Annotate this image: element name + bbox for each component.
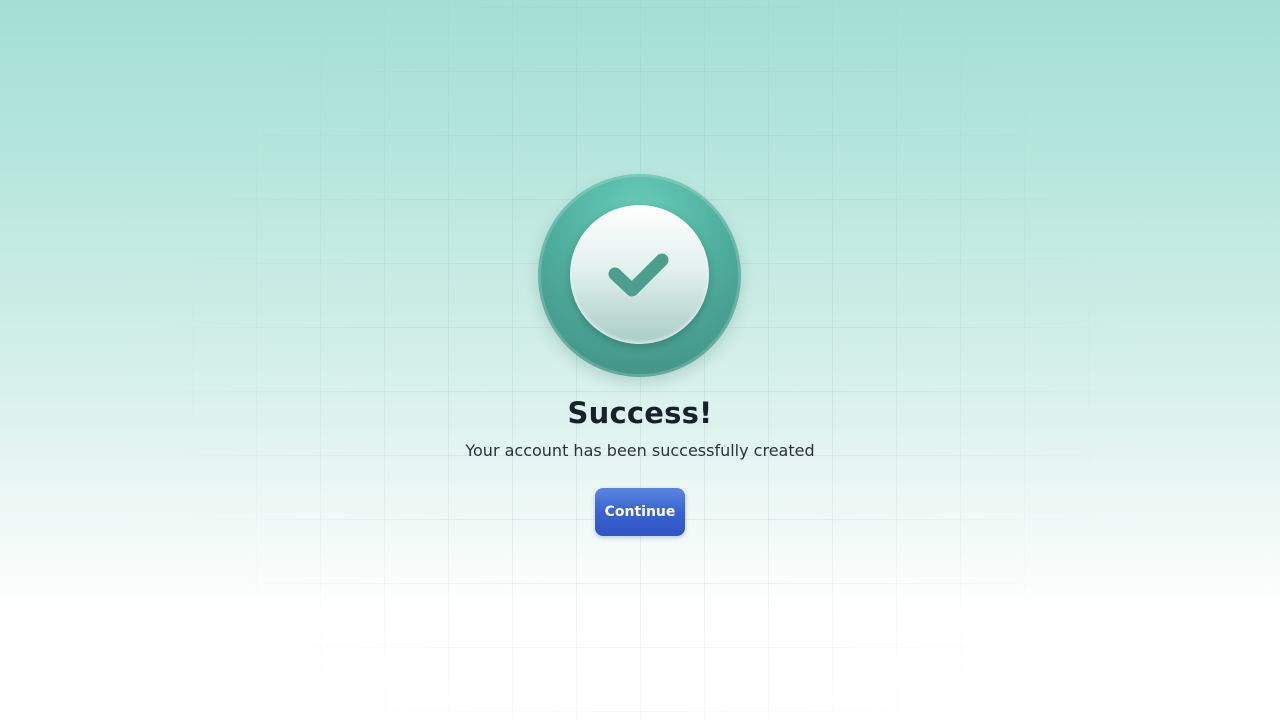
success-message: Your account has been successfully creat… [465,441,815,460]
success-badge [538,174,741,377]
continue-button[interactable]: Continue [595,488,685,536]
success-title: Success! [567,396,713,430]
check-icon [608,253,669,297]
success-screen: Success! Your account has been successfu… [0,0,1280,720]
success-badge-inner [570,205,709,344]
